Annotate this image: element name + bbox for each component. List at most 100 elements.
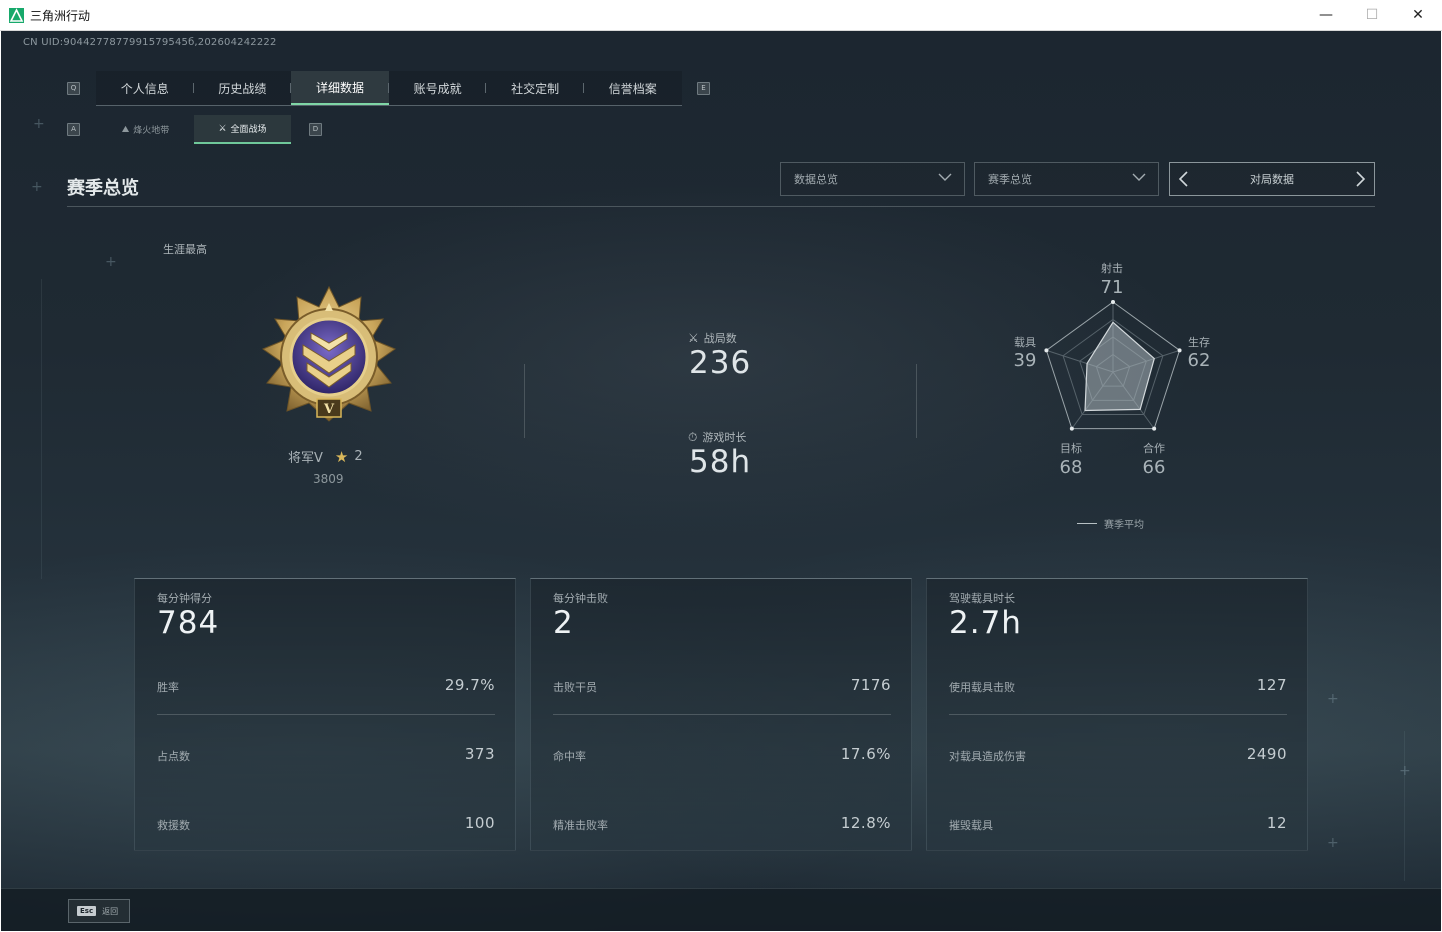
radar-axis-label: 合作 (1143, 442, 1165, 455)
tab-prev-key-hint[interactable]: Q (67, 82, 80, 95)
minimize-button[interactable]: — (1303, 0, 1349, 30)
stat-row-value: 373 (464, 745, 495, 763)
deco-line (41, 279, 42, 579)
radar-legend: 赛季平均 (1077, 516, 1144, 531)
stat-row-value: 29.7% (444, 676, 495, 694)
chevron-down-icon (938, 173, 952, 181)
back-label: 返回 (102, 906, 119, 916)
subtab-next-key-hint[interactable]: D (309, 123, 322, 136)
playtime-label: ⏱ 游戏时长 (688, 429, 746, 445)
stat-row: 救援数 100 (157, 814, 495, 834)
stat-row-label: 对载具造成伤害 (949, 750, 1026, 763)
section-divider (67, 206, 1375, 207)
tab-label: 历史战绩 (218, 81, 267, 96)
career-best-label: 生涯最高 (163, 243, 207, 256)
medal-numeral: V (323, 402, 335, 417)
matches-value: 236 (689, 345, 752, 381)
subtab-0[interactable]: ⛰ 烽火地带 (97, 115, 194, 144)
subtab-label: 烽火地带 (133, 126, 170, 136)
close-button[interactable]: ✕ (1395, 0, 1441, 30)
stat-row: 击败干员 7176 (553, 676, 891, 696)
stopwatch-icon: ⏱ (688, 429, 698, 444)
subtab-prev-key-hint[interactable]: A (67, 123, 80, 136)
radar-axis-label: 目标 (1060, 442, 1082, 455)
tab-2[interactable]: 详细数据 (291, 71, 389, 105)
vertical-divider (524, 364, 525, 438)
matches-label: ⚔ 战局数 (688, 330, 737, 346)
stat-row: 使用载具击败 127 (949, 676, 1287, 696)
maximize-button[interactable]: ☐ (1349, 0, 1395, 30)
tab-5[interactable]: 信誉档案 (584, 71, 682, 105)
tab-label: 个人信息 (120, 81, 169, 96)
card-value: 784 (157, 605, 220, 641)
stat-row-value: 127 (1256, 676, 1287, 694)
radar-vertex-dot (1152, 426, 1157, 431)
tab-label: 信誉档案 (608, 81, 657, 96)
bottom-bar: Esc 返回 (1, 888, 1441, 931)
card-label: 每分钟击败 (553, 592, 608, 605)
rank-score: 3809 (313, 472, 344, 486)
stat-row-value: 12 (1266, 814, 1287, 832)
radar-value-polygon (1084, 321, 1155, 412)
tab-label: 账号成就 (413, 81, 462, 96)
pager-label: 对局数据 (1250, 173, 1294, 186)
tab-3[interactable]: 账号成就 (389, 71, 487, 105)
stat-row-label: 击败干员 (553, 681, 597, 694)
esc-key-hint: Esc (77, 906, 97, 916)
rank-name: 将军V ★ 2 (288, 447, 363, 467)
uid-text: CN UID:9044277877991579545б,202604242222 (23, 37, 277, 48)
row-divider (553, 714, 891, 715)
tab-0[interactable]: 个人信息 (96, 71, 194, 105)
deco-cross-icon: + (33, 116, 45, 132)
deco-line (1404, 731, 1405, 881)
card-label: 每分钟得分 (157, 592, 212, 605)
tab-label: 详细数据 (315, 80, 364, 95)
battlefield-icon: ⚔ (218, 123, 227, 134)
radar-axis-label: 射击 (1101, 262, 1123, 275)
subtab-1[interactable]: ⚔ 全面战场 (194, 115, 291, 144)
game-viewport: + + + + + + CN UID:9044277877991579545б,… (1, 31, 1441, 931)
tab-1[interactable]: 历史战绩 (194, 71, 292, 105)
stat-row-label: 占点数 (157, 750, 190, 763)
tab-label: 社交定制 (511, 81, 560, 96)
back-button[interactable]: Esc 返回 (68, 899, 130, 923)
chevron-right-icon[interactable] (1352, 171, 1368, 187)
window-titlebar: 三角洲行动 — ☐ ✕ (0, 0, 1442, 31)
tab-next-key-hint[interactable]: E (697, 82, 710, 95)
stat-row-label: 精准击败率 (553, 819, 608, 832)
row-divider (157, 714, 495, 715)
season-dropdown[interactable]: 赛季总览 (974, 162, 1159, 196)
radar-vertex-dot (1044, 348, 1049, 353)
sub-tab-bar: ⛰ 烽火地带 ⚔ 全面战场 (97, 115, 291, 144)
tab-4[interactable]: 社交定制 (486, 71, 584, 105)
section-title: 赛季总览 (67, 178, 139, 199)
data-overview-dropdown[interactable]: 数据总览 (780, 162, 965, 196)
stat-row-value: 12.8% (840, 814, 891, 832)
stat-row: 摧毁载具 12 (949, 814, 1287, 834)
stat-row: 胜率 29.7% (157, 676, 495, 696)
stat-card: 每分钟得分 784 胜率 29.7% 占点数 373 救援数 100 (134, 578, 516, 851)
card-label: 驾驶载具时长 (949, 592, 1015, 605)
dropdown-value: 数据总览 (794, 173, 838, 186)
deco-cross-icon: + (1327, 835, 1339, 851)
chevron-left-icon[interactable] (1176, 171, 1192, 187)
rank-title: 将军V (288, 451, 323, 466)
star-icon: ★ (334, 447, 349, 466)
stat-row-value: 2490 (1246, 745, 1287, 763)
deco-cross-icon: + (1327, 691, 1339, 707)
rank-stars-count: 2 (354, 449, 363, 464)
stat-row-label: 胜率 (157, 681, 179, 694)
card-value: 2 (553, 605, 574, 641)
radar-axis-label: 生存 (1188, 336, 1210, 349)
stat-card: 每分钟击败 2 击败干员 7176 命中率 17.6% 精准击败率 12.8% (530, 578, 912, 851)
deco-cross-icon: + (105, 254, 117, 270)
vertical-divider (916, 364, 917, 438)
stat-row-value: 17.6% (840, 745, 891, 763)
stat-row: 命中率 17.6% (553, 745, 891, 765)
radar-axis-value: 68 (1059, 457, 1083, 478)
window-title: 三角洲行动 (30, 9, 91, 23)
stat-row-value: 100 (464, 814, 495, 832)
app-logo-icon (9, 8, 24, 23)
stat-card: 驾驶载具时长 2.7h 使用载具击败 127 对载具造成伤害 2490 摧毁载具 12 (926, 578, 1308, 851)
matches-label-text: 战局数 (703, 332, 737, 345)
